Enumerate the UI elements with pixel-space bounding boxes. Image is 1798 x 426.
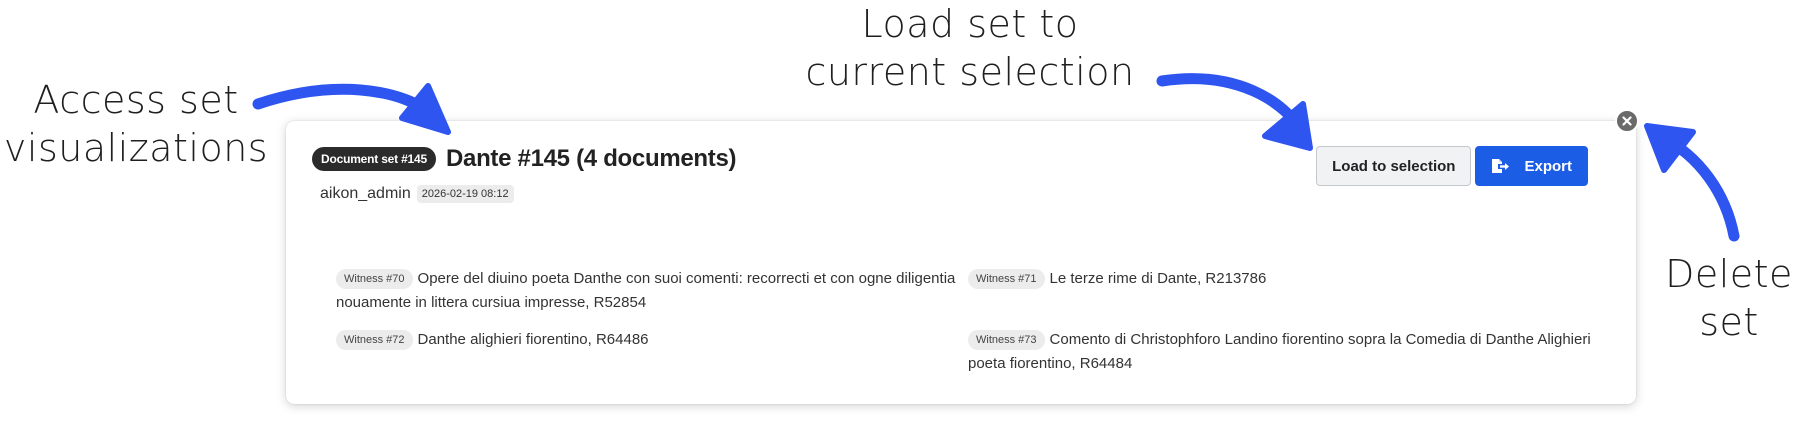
document-set-badge[interactable]: Document set #145 xyxy=(312,147,436,171)
owner-username: aikon_admin xyxy=(320,185,411,202)
close-icon xyxy=(1622,116,1632,126)
document-set-card: Document set #145 Dante #145 (4 document… xyxy=(286,109,1639,404)
stage: Access set visualizations Load set to cu… xyxy=(0,0,1798,426)
delete-arrow-head xyxy=(1644,123,1696,173)
export-button[interactable]: Export xyxy=(1475,146,1588,186)
witness-tag: Witness #72 xyxy=(336,330,413,350)
annotation-delete-set: Delete set xyxy=(1660,250,1798,346)
annotation-delete-line1: Delete xyxy=(1665,252,1793,296)
card-actions: Load to selection Export xyxy=(1316,146,1588,186)
annotation-load-line2: current selection xyxy=(805,50,1135,94)
annotation-access-line1: Access set xyxy=(33,78,239,122)
annotation-load-set: Load set to current selection xyxy=(795,0,1145,96)
annotation-delete-line2: set xyxy=(1699,300,1759,344)
witness-title: Danthe alighieri fiorentino, R64486 xyxy=(417,331,649,348)
witness-title: Comento di Christophforo Landino fiorent… xyxy=(968,331,1591,372)
witness-item[interactable]: Witness #72 Danthe alighieri fiorentino, … xyxy=(336,328,956,352)
card-meta: aikon_admin 2026-02-19 08:12 xyxy=(320,185,514,203)
annotation-access-set: Access set visualizations xyxy=(0,76,272,172)
delete-set-button[interactable] xyxy=(1615,109,1639,133)
file-export-icon xyxy=(1491,158,1510,174)
load-to-selection-button[interactable]: Load to selection xyxy=(1316,146,1472,186)
access-arrow-shaft xyxy=(252,83,444,124)
document-set-title: Dante #145 (4 documents) xyxy=(445,145,737,172)
witness-tag: Witness #70 xyxy=(336,269,413,289)
annotation-access-line2: visualizations xyxy=(3,126,269,170)
witness-title: Opere del diuino poeta Danthe con suoi c… xyxy=(336,270,956,311)
delete-arrow-shaft xyxy=(1654,130,1740,242)
annotation-load-line1: Load set to xyxy=(861,2,1079,46)
witness-title: Le terze rime di Dante, R213786 xyxy=(1049,270,1267,287)
card-header: Document set #145 Dante #145 (4 document… xyxy=(312,145,737,173)
timestamp-badge: 2026-02-19 08:12 xyxy=(416,185,514,203)
witness-tag: Witness #71 xyxy=(968,269,1045,289)
witness-tag: Witness #73 xyxy=(968,330,1045,350)
witness-item[interactable]: Witness #70 Opere del diuino poeta Danthe… xyxy=(336,267,956,315)
witness-item[interactable]: Witness #73 Comento di Christophforo Land… xyxy=(968,328,1608,376)
export-button-label: Export xyxy=(1524,157,1572,175)
witness-item[interactable]: Witness #71 Le terze rime di Dante, R2137… xyxy=(968,267,1608,291)
